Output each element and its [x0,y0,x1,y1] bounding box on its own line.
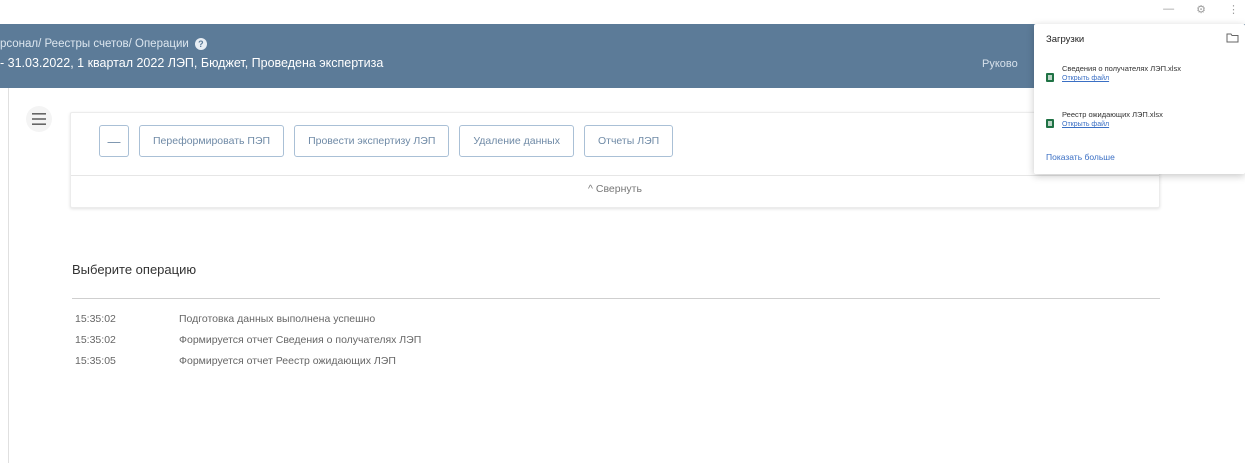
log-row: 15:35:02 Формируется отчет Сведения о по… [75,334,421,355]
reform-pep-button[interactable]: Переформировать ПЭП [139,125,285,157]
help-icon[interactable]: ? [194,38,207,50]
log-row: 15:35:05 Формируется отчет Реестр ожидаю… [75,355,421,376]
log-time: 15:35:05 [75,355,116,367]
actions-toolbar: — Переформировать ПЭП Провести экспертиз… [70,112,1160,208]
download-file-name: Сведения о получателях ЛЭП.xlsx [1062,64,1181,73]
log-time: 15:35:02 [75,313,116,325]
breadcrumb: рсонал/ Реестры счетов/ Операции ? [0,38,207,50]
download-file-name: Реестр ожидающих ЛЭП.xlsx [1062,110,1163,119]
excel-file-icon [1046,119,1054,128]
run-expertise-button[interactable]: Провести экспертизу ЛЭП [294,125,450,157]
downloads-panel: Загрузки Сведения о получателях ЛЭП.xlsx… [1034,24,1245,174]
operations-log: 15:35:02 Подготовка данных выполнена усп… [75,313,421,376]
reports-button[interactable]: Отчеты ЛЭП [583,125,674,157]
hamburger-icon [32,113,46,125]
operations-title: Выберите операцию [72,262,197,277]
log-message: Подготовка данных выполнена успешно [179,313,376,325]
breadcrumb-text[interactable]: рсонал/ Реестры счетов/ Операции [0,38,189,50]
toolbar-divider [71,175,1159,176]
open-file-link[interactable]: Открыть файл [1062,121,1163,128]
folder-icon[interactable] [1226,32,1239,43]
show-more-link[interactable]: Показать больше [1046,152,1115,162]
log-message: Формируется отчет Сведения о получателях… [179,334,422,346]
downloads-title: Загрузки [1046,34,1085,45]
download-item[interactable]: Реестр ожидающих ЛЭП.xlsx Открыть файл [1046,110,1163,128]
minimize-icon[interactable]: — [1163,3,1174,16]
extension-icon[interactable]: ⚙ [1196,3,1206,16]
left-rail-divider [8,88,9,463]
more-icon[interactable]: ⋮ [1228,3,1239,16]
excel-file-icon [1046,73,1054,82]
browser-controls: — ⚙ ⋮ [1163,3,1239,16]
collapse-dash-button[interactable]: — [99,125,129,157]
browser-bar: — ⚙ ⋮ [0,0,1245,24]
actions-button-row: — Переформировать ПЭП Провести экспертиз… [99,125,674,157]
open-file-link[interactable]: Открыть файл [1062,75,1181,82]
menu-button[interactable] [26,106,52,132]
log-time: 15:35:02 [75,334,116,346]
delete-data-button[interactable]: Удаление данных [459,125,574,157]
user-label[interactable]: Руково [982,58,1018,70]
download-item[interactable]: Сведения о получателях ЛЭП.xlsx Открыть … [1046,64,1181,82]
page-subtitle: - 31.03.2022, 1 квартал 2022 ЛЭП, Бюджет… [0,56,384,70]
operations-divider [72,298,1160,299]
log-row: 15:35:02 Подготовка данных выполнена усп… [75,313,421,334]
collapse-toggle[interactable]: ^ Свернуть [71,183,1159,195]
log-message: Формируется отчет Реестр ожидающих ЛЭП [179,355,396,367]
